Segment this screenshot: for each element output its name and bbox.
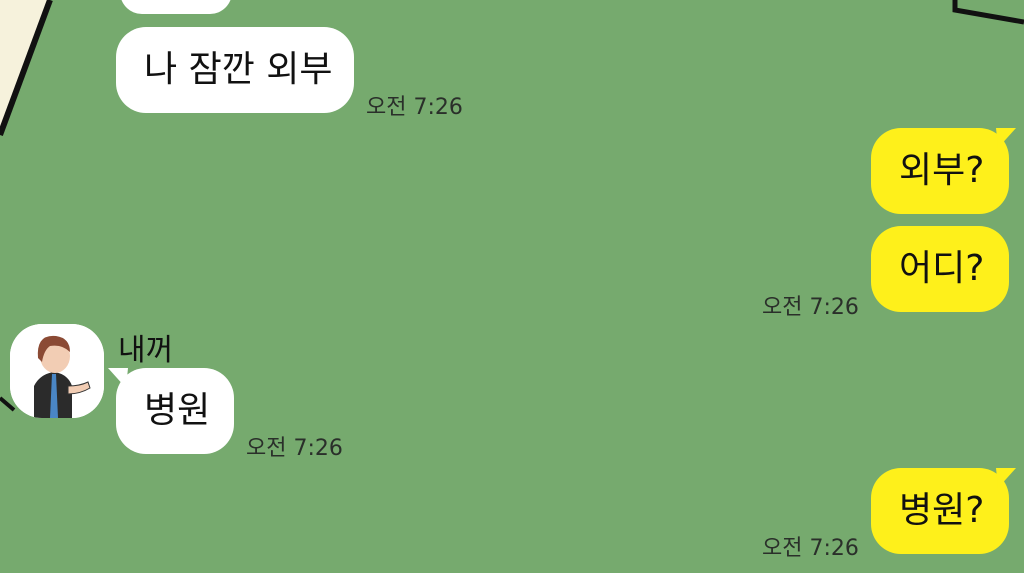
message-timestamp: 오전 7:26 [366, 95, 463, 120]
outgoing-message-bubble[interactable]: 병원? [871, 468, 1009, 554]
chat-area[interactable]: 나 잠깐 외부 오전 7:26 외부? 어디? 오전 7:26 내꺼 병원 오전… [0, 0, 1024, 573]
message-text: 어디? [899, 248, 985, 289]
incoming-message-bubble[interactable]: 병원 [116, 368, 234, 454]
message-text: 병원 [144, 390, 211, 431]
outgoing-message-bubble[interactable]: 외부? [871, 128, 1009, 214]
bubble-tail [996, 468, 1016, 488]
message-timestamp: 오전 7:26 [762, 536, 859, 561]
avatar-icon [10, 324, 104, 418]
partial-message-bubble [120, 0, 232, 14]
incoming-message-bubble[interactable]: 나 잠깐 외부 [116, 27, 354, 113]
message-timestamp: 오전 7:26 [762, 295, 859, 320]
sender-avatar[interactable] [10, 324, 104, 418]
message-text: 병원? [899, 490, 985, 531]
message-text: 나 잠깐 외부 [144, 49, 333, 90]
outgoing-message-bubble[interactable]: 어디? [871, 226, 1009, 312]
bubble-tail [996, 128, 1016, 148]
message-text: 외부? [899, 150, 985, 191]
message-timestamp: 오전 7:26 [246, 436, 343, 461]
sender-name: 내꺼 [118, 333, 174, 368]
